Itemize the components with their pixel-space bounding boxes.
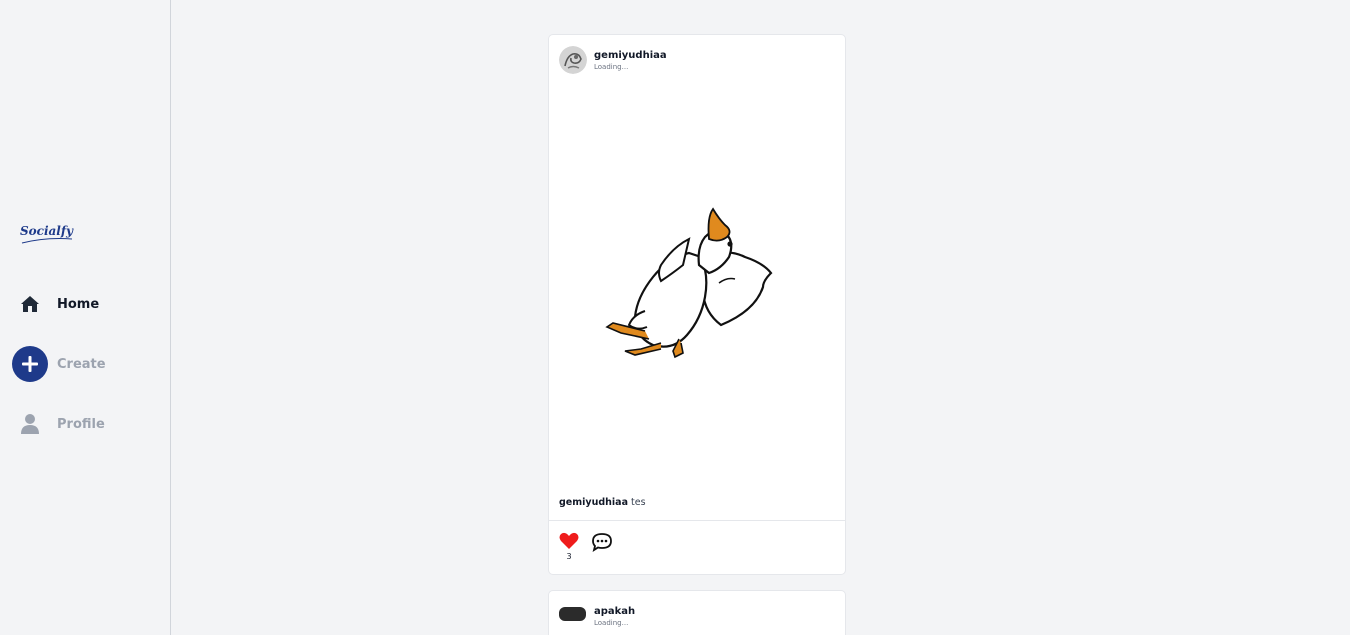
goose-illustration [605,207,773,359]
avatar[interactable] [559,46,587,74]
post-status: Loading... [594,619,629,627]
post-caption: gemiyudhiaa tes [559,497,646,508]
logo-swoosh [21,238,73,244]
sidebar-item-label: Create [57,356,106,372]
sidebar-item-label: Home [57,296,100,312]
user-icon [12,406,48,442]
sidebar-item-label: Profile [57,416,105,432]
comment-icon [592,533,612,552]
post-header: gemiyudhiaa Loading... [549,35,845,87]
post-status: Loading... [594,63,629,71]
avatar[interactable] [559,607,586,621]
heart-icon [559,532,579,549]
home-icon [12,286,48,322]
post-divider [549,520,845,521]
sidebar-item-create[interactable]: Create [12,346,162,382]
plus-icon [12,346,48,382]
post-username[interactable]: gemiyudhiaa [594,50,667,61]
sidebar: Socialfy Home Create Profile [0,0,171,635]
sidebar-item-profile[interactable]: Profile [12,406,162,442]
post-username[interactable]: apakah [594,606,635,617]
caption-text: tes [631,497,646,508]
comment-button[interactable] [591,532,613,552]
like-button[interactable] [559,532,579,550]
post-card: apakah Loading... [548,590,846,635]
like-count: 3 [566,552,572,561]
post-card: gemiyudhiaa Loading... gemiyudhiaa tes 3 [548,34,846,575]
caption-username[interactable]: gemiyudhiaa [559,497,628,508]
post-header: apakah Loading... [549,591,845,635]
sidebar-item-home[interactable]: Home [12,286,162,322]
post-image[interactable] [549,87,845,484]
